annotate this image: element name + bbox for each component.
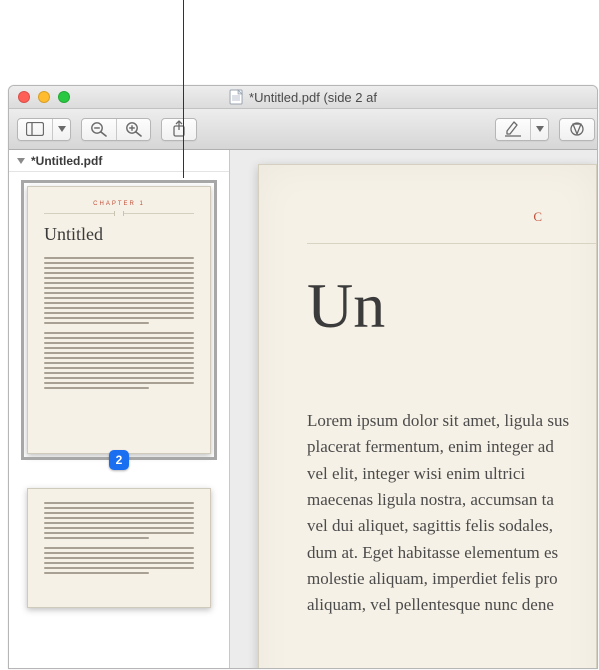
sidebar-doc-header[interactable]: *Untitled.pdf xyxy=(9,150,229,172)
highlight-dropdown[interactable] xyxy=(530,119,548,140)
page-rule xyxy=(307,243,596,244)
thumb-text-placeholder xyxy=(44,332,194,389)
window-title: *Untitled.pdf (side 2 af xyxy=(229,89,377,105)
thumb-text-placeholder xyxy=(44,257,194,324)
thumbnails-sidebar: *Untitled.pdf CHAPTER 1 Untitled xyxy=(9,150,230,668)
traffic-lights xyxy=(9,91,70,103)
page-body-text: Lorem ipsum dolor sit amet, ligula sus p… xyxy=(307,408,596,619)
thumb-title: Untitled xyxy=(44,224,194,245)
main-document-view[interactable]: C Un Lorem ipsum dolor sit amet, ligula … xyxy=(230,150,597,668)
annotation-callout-line xyxy=(183,0,184,178)
thumb-rule xyxy=(44,213,194,214)
zoom-out-button[interactable] xyxy=(82,119,116,140)
thumbnail-page[interactable]: CHAPTER 1 Untitled xyxy=(27,186,211,454)
view-mode-group xyxy=(17,118,71,141)
document-page: C Un Lorem ipsum dolor sit amet, ligula … xyxy=(258,164,597,668)
share-button[interactable] xyxy=(162,119,196,140)
sidebar-doc-name: *Untitled.pdf xyxy=(31,154,102,168)
thumb-text-placeholder xyxy=(44,547,194,574)
content-area: *Untitled.pdf CHAPTER 1 Untitled xyxy=(9,150,597,668)
markup-group xyxy=(495,118,549,141)
app-window: *Untitled.pdf (side 2 af xyxy=(8,85,598,669)
page-chapter-label: C xyxy=(307,209,596,225)
thumbnails-list: CHAPTER 1 Untitled xyxy=(9,172,229,642)
thumb-text-placeholder xyxy=(44,502,194,539)
view-mode-dropdown[interactable] xyxy=(52,119,70,140)
toolbar xyxy=(9,109,597,150)
markup-tools-button[interactable] xyxy=(560,119,594,140)
zoom-in-button[interactable] xyxy=(116,119,150,140)
zoom-group xyxy=(81,118,151,141)
highlight-button[interactable] xyxy=(496,119,530,140)
thumb-chapter-label: CHAPTER 1 xyxy=(44,201,194,207)
sidebar-toggle-button[interactable] xyxy=(18,119,52,140)
thumbnail-page-preview: CHAPTER 1 Untitled xyxy=(27,186,211,454)
zoom-window-button[interactable] xyxy=(58,91,70,103)
close-window-button[interactable] xyxy=(18,91,30,103)
window-title-text: *Untitled.pdf (side 2 af xyxy=(249,90,377,105)
window-titlebar: *Untitled.pdf (side 2 af xyxy=(9,86,597,109)
page-count-badge: 2 xyxy=(109,450,129,470)
disclosure-triangle-icon xyxy=(17,158,25,164)
thumbnail-page[interactable] xyxy=(27,488,211,608)
minimize-window-button[interactable] xyxy=(38,91,50,103)
share-group xyxy=(161,118,197,141)
pdf-document-icon xyxy=(229,89,243,105)
tool-group xyxy=(559,118,595,141)
thumbnail-page-preview xyxy=(27,488,211,608)
page-title: Un xyxy=(307,274,596,338)
